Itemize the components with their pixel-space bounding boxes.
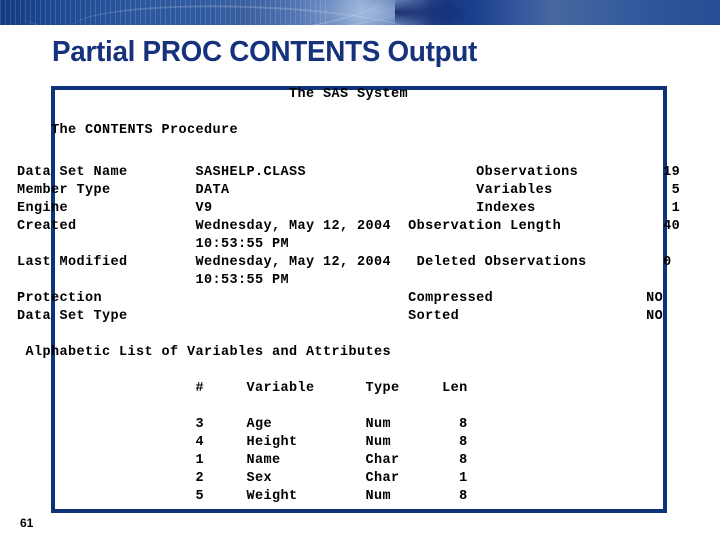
output-line-last-modified: Last Modified Wednesday, May 12, 2004 De… [0,255,672,270]
output-line-created: Created Wednesday, May 12, 2004 Observat… [0,219,681,234]
output-line-created-time: 10:53:55 PM [0,237,290,252]
table-row: 5 Weight Num 8 [0,489,468,504]
output-line-protection: Protection Compressed NO [0,291,664,306]
banner-shadow-decoration [395,0,465,25]
output-line-data-set-type: Data Set Type Sorted NO [0,309,664,324]
output-line-system-header: The SAS System [0,87,409,102]
page-title: Partial PROC CONTENTS Output [52,36,478,68]
slide-banner [0,0,720,25]
table-row: 1 Name Char 8 [0,453,468,468]
output-line-modified-time: 10:53:55 PM [0,273,290,288]
table-row: 2 Sex Char 1 [0,471,468,486]
table-row: 3 Age Num 8 [0,417,468,432]
sas-output-listing: The SAS System The CONTENTS Procedure Da… [0,86,720,516]
output-line-table-header: # Variable Type Len [0,381,468,396]
output-line-data-set-name: Data Set Name SASHELP.CLASS Observations… [0,165,681,180]
output-line-procedure-header: The CONTENTS Procedure [0,123,239,138]
output-line-variables-heading: Alphabetic List of Variables and Attribu… [0,345,392,360]
table-row: 4 Height Num 8 [0,435,468,450]
slide-page-number: 61 [20,516,34,530]
output-line-engine: Engine V9 Indexes 1 [0,201,681,216]
output-line-member-type: Member Type DATA Variables 5 [0,183,681,198]
